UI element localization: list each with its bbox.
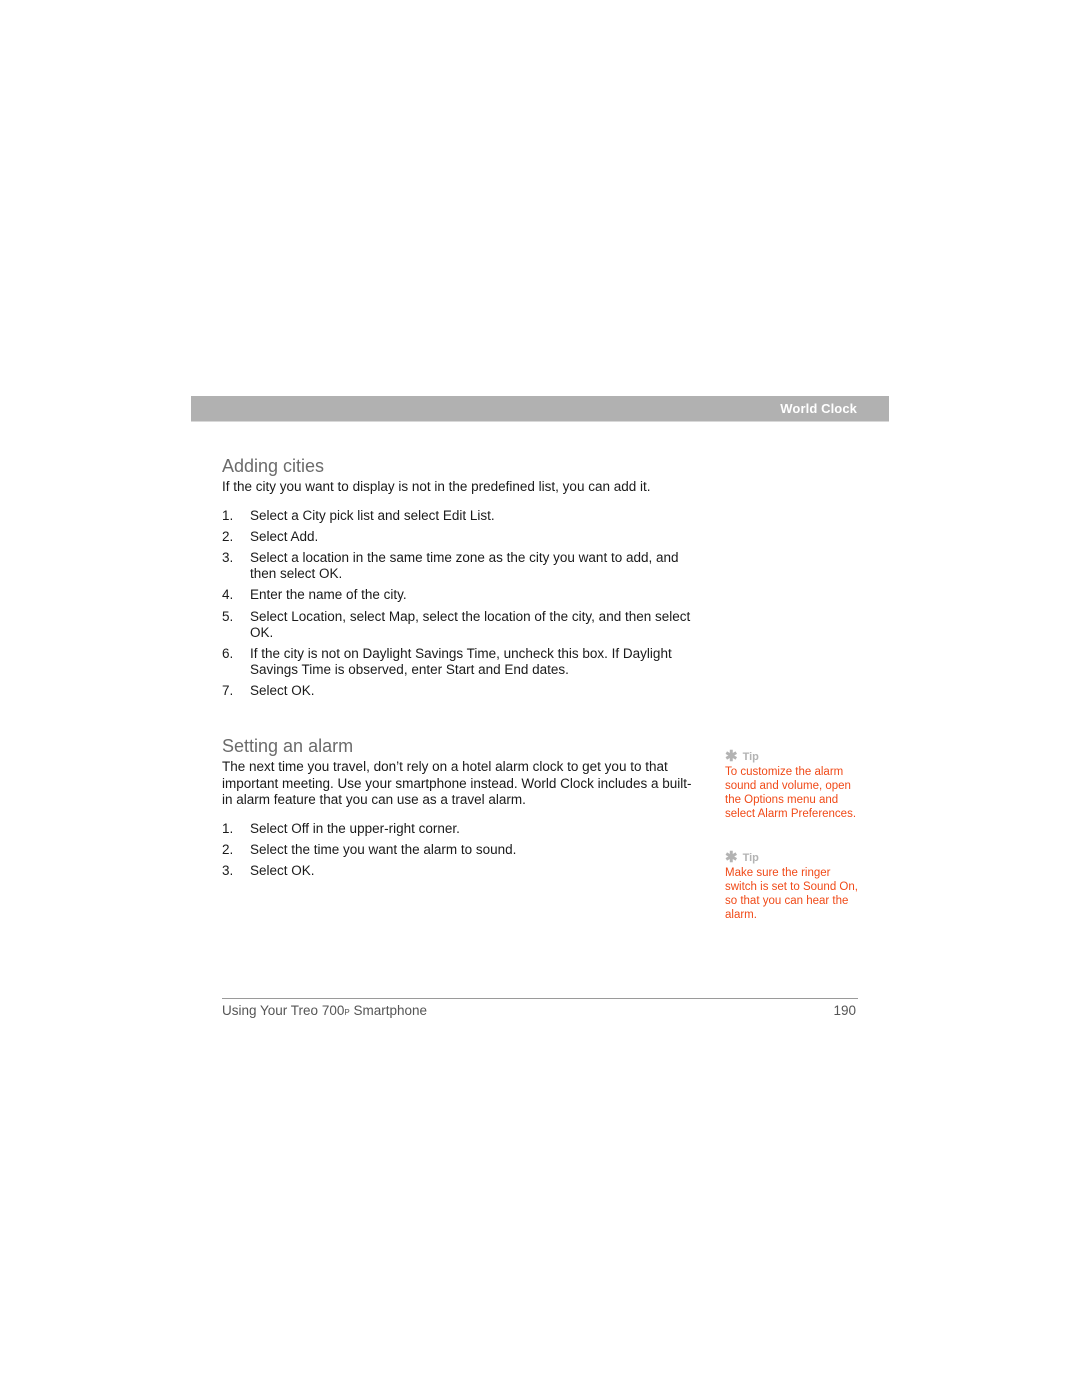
step-number: 2. (222, 841, 234, 857)
step-item: 2. Select Add. (222, 529, 702, 545)
step-item: 1. Select Off in the upper-right corner. (222, 821, 700, 837)
step-text: Select Off in the upper-right corner. (250, 820, 460, 836)
step-text: Select Add. (250, 528, 319, 544)
section-setting-alarm: Setting an alarm The next time you trave… (222, 735, 700, 884)
steps-list: 1. Select a City pick list and select Ed… (222, 508, 702, 700)
step-text: Select the time you want the alarm to so… (250, 841, 517, 857)
step-text: Select OK. (250, 683, 315, 699)
step-number: 7. (222, 683, 234, 699)
tip-box: ✱ Tip To customize the alarm sound and v… (725, 748, 865, 821)
section-heading: Adding cities (222, 456, 325, 476)
step-item: 3. Select a location in the same time zo… (222, 550, 702, 582)
page-number: 190 (833, 1003, 856, 1018)
steps-list: 1. Select Off in the upper-right corner.… (222, 821, 700, 880)
tip-box: ✱ Tip Make sure the ringer switch is set… (725, 849, 865, 922)
step-number: 3. (222, 549, 234, 565)
footer-book-title: Using Your Treo 700P Smartphone (222, 1003, 427, 1018)
step-item: 6. If the city is not on Daylight Saving… (222, 646, 702, 678)
step-text: Select Location, select Map, select the … (250, 608, 691, 640)
asterisk-icon: ✱ (725, 748, 738, 765)
tip-label: Tip (742, 852, 759, 864)
step-number: 5. (222, 608, 234, 624)
step-number: 2. (222, 528, 234, 544)
step-item: 4. Enter the name of the city. (222, 587, 702, 603)
step-number: 1. (222, 820, 234, 836)
step-item: 1. Select a City pick list and select Ed… (222, 508, 702, 524)
section-heading: Setting an alarm (222, 736, 354, 756)
step-text: Select a City pick list and select Edit … (250, 507, 495, 523)
tip-label: Tip (742, 751, 759, 763)
step-item: 3. Select OK. (222, 863, 700, 879)
book-title-prefix: Using Your Treo 700 (222, 1003, 345, 1018)
step-text: Select OK. (250, 862, 315, 878)
chapter-title: World Clock (780, 401, 857, 416)
step-text: Select a location in the same time zone … (250, 549, 679, 582)
section-adding-cities: Adding cities If the city you want to di… (222, 455, 702, 705)
section-intro: The next time you travel, don’t rely on … (222, 759, 692, 807)
step-text: Enter the name of the city. (250, 587, 407, 603)
chapter-header-bar: World Clock (191, 396, 889, 422)
asterisk-icon: ✱ (725, 849, 738, 866)
step-number: 6. (222, 645, 234, 661)
tip-text: Make sure the ringer switch is set to So… (725, 867, 858, 921)
tip-text: To customize the alarm sound and volume,… (725, 766, 857, 820)
step-item: 5. Select Location, select Map, select t… (222, 609, 702, 641)
step-text: If the city is not on Daylight Savings T… (250, 645, 672, 678)
footer-divider (222, 998, 858, 999)
section-intro: If the city you want to display is not i… (222, 479, 651, 494)
tip-label-row: ✱ Tip (725, 849, 865, 866)
step-number: 4. (222, 587, 234, 603)
step-number: 1. (222, 507, 234, 523)
book-title-suffix: Smartphone (349, 1003, 427, 1018)
step-item: 2. Select the time you want the alarm to… (222, 842, 700, 858)
step-item: 7. Select OK. (222, 683, 702, 699)
step-number: 3. (222, 862, 234, 878)
tip-label-row: ✱ Tip (725, 748, 865, 765)
